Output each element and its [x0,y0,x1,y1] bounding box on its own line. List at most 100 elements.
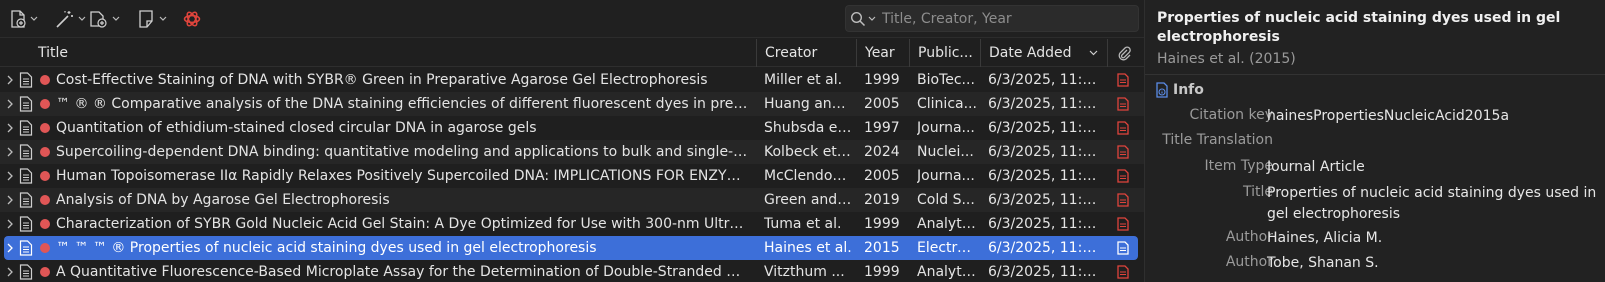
field-value[interactable]: Journal Article [1267,157,1597,178]
chevron-right-icon[interactable] [6,99,14,109]
field-label: Author [1225,229,1273,245]
field-label: Author [1225,254,1273,270]
chevron-right-icon[interactable] [6,75,14,85]
chevron-down-icon [159,16,167,21]
tag-color-dot [40,99,50,109]
column-header-year[interactable]: Year [856,39,909,67]
cell-publication: Cold S... [917,192,975,208]
chevron-down-icon [112,16,120,21]
cell-publication: Clinica... [917,96,977,112]
cell-date-added: 6/3/2025, 11:09... [988,240,1104,256]
cell-date-added: 6/3/2025, 11:09... [988,216,1104,232]
search-input[interactable] [882,10,1122,27]
pdf-attachment-icon[interactable] [1117,73,1129,87]
table-row[interactable]: Cost-Effective Staining of DNA with SYBR… [0,68,1144,92]
tag-color-dot [40,267,50,277]
cell-date-added: 6/3/2025, 11:21... [988,72,1104,88]
journal-article-icon [19,168,33,184]
search-box[interactable] [845,5,1139,32]
journal-article-icon [19,96,33,112]
chevron-right-icon[interactable] [6,147,14,157]
cell-date-added: 6/3/2025, 11:10... [988,192,1104,208]
cell-publication: Nuclei... [917,144,974,160]
field-label: Item Type [1204,158,1273,174]
pdf-attachment-icon[interactable] [1117,217,1129,231]
cell-title: ™ ™ ™ ® Properties of nucleic acid stain… [56,240,597,256]
cell-year: 2005 [864,96,900,112]
field-value[interactable]: Tobe, Shanan S. [1267,253,1597,274]
table-row[interactable]: Human Topoisomerase IIα Rapidly Relaxes … [0,164,1144,188]
paperclip-icon [1118,46,1131,61]
column-header-publication[interactable]: Public... [909,39,980,67]
pdf-attachment-icon[interactable] [1117,265,1129,279]
cell-date-added: 6/3/2025, 11:13... [988,120,1104,136]
table-row[interactable]: Characterization of SYBR Gold Nucleic Ac… [0,212,1144,236]
field-value[interactable]: Haines, Alicia M. [1267,228,1597,249]
items-pane: Title Creator Year Public... Date Added … [0,0,1144,282]
cell-creator: Tuma et al. [764,216,842,232]
tag-color-dot [40,123,50,133]
column-header-title[interactable]: Title [0,39,756,67]
chevron-down-icon[interactable] [868,16,876,22]
field-value[interactable]: Properties of nucleic acid staining dyes… [1267,183,1597,225]
column-header-date-added[interactable]: Date Added [980,39,1107,67]
cell-publication: Analyti... [917,216,977,232]
info-section-header[interactable]: Info [1155,82,1204,98]
column-header-creator[interactable]: Creator [756,39,856,67]
cell-year: 2024 [864,144,900,160]
ai-assistant-button[interactable] [182,8,202,30]
table-row[interactable]: ™ ® ® Comparative analysis of the DNA st… [0,92,1144,116]
cell-title: Supercoiling-dependent DNA binding: quan… [56,144,750,160]
column-header-date-added-label: Date Added [989,45,1072,61]
item-detail-pane: Properties of nucleic acid staining dyes… [1145,0,1605,282]
cell-year: 1999 [864,264,900,280]
detail-subtitle: Haines et al. (2015) [1157,51,1296,67]
cell-publication: Journa... [917,168,975,184]
add-by-identifier-button[interactable] [54,8,86,30]
chevron-right-icon[interactable] [6,123,14,133]
cell-title: Analysis of DNA by Agarose Gel Electroph… [56,192,390,208]
cell-creator: Kolbeck et ... [764,144,852,160]
journal-article-icon [19,144,33,160]
table-row[interactable]: Analysis of DNA by Agarose Gel Electroph… [0,188,1144,212]
column-header-attachments[interactable] [1107,39,1144,67]
table-row[interactable]: Quantitation of ethidium-stained closed … [0,116,1144,140]
journal-article-icon [19,72,33,88]
table-row[interactable]: A Quantitative Fluorescence-Based Microp… [0,260,1144,282]
cell-publication: BioTec... [917,72,975,88]
cell-creator: Miller et al. [764,72,843,88]
chevron-right-icon[interactable] [6,243,14,253]
tag-color-dot [40,75,50,85]
chevron-right-icon[interactable] [6,219,14,229]
tag-color-dot [40,147,50,157]
cell-publication: Analyti... [917,264,977,280]
cell-creator: Green and ... [764,192,852,208]
pdf-attachment-icon[interactable] [1117,145,1129,159]
field-value[interactable]: hainesPropertiesNucleicAcid2015a [1267,106,1597,127]
cell-title: Quantitation of ethidium-stained closed … [56,120,537,136]
new-item-button[interactable] [8,8,38,30]
journal-article-icon [19,240,33,256]
table-row[interactable]: Supercoiling-dependent DNA binding: quan… [0,140,1144,164]
cell-title: Characterization of SYBR Gold Nucleic Ac… [56,216,750,232]
pdf-attachment-icon[interactable] [1117,241,1129,255]
cell-creator: McClendon... [764,168,852,184]
pdf-attachment-icon[interactable] [1117,97,1129,111]
info-section-label: Info [1173,82,1204,98]
table-row[interactable]: ™ ™ ™ ® Properties of nucleic acid stain… [4,236,1138,260]
chevron-right-icon[interactable] [6,195,14,205]
pdf-attachment-icon[interactable] [1117,169,1129,183]
new-note-button[interactable] [137,8,167,30]
pdf-attachment-icon[interactable] [1117,193,1129,207]
cell-creator: Huang and... [764,96,852,112]
tag-color-dot [40,243,50,253]
chevron-right-icon[interactable] [6,267,14,277]
cell-title: ™ ® ® Comparative analysis of the DNA st… [56,96,750,112]
add-attachment-button[interactable] [88,8,120,30]
cell-creator: Shubsda et... [764,120,852,136]
chevron-right-icon[interactable] [6,171,14,181]
pdf-attachment-icon[interactable] [1117,121,1129,135]
new-note-icon [139,10,153,28]
tag-color-dot [40,171,50,181]
cell-publication: Journa... [917,120,975,136]
